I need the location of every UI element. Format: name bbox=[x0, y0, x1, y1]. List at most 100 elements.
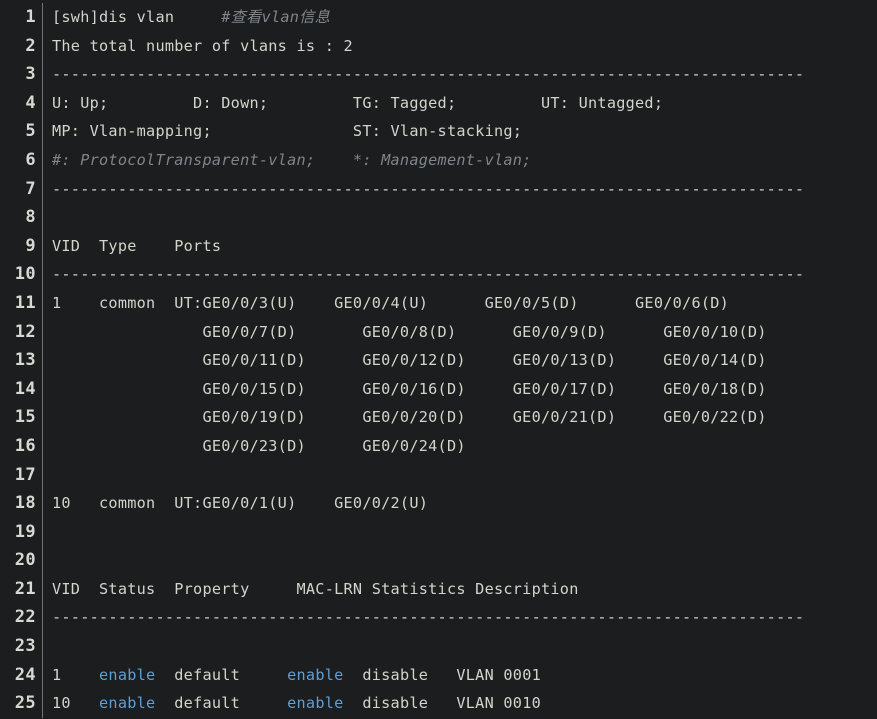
line-number: 20 bbox=[0, 546, 42, 575]
code-token-keyword: enable bbox=[287, 666, 343, 684]
code-line[interactable]: 2 The total number of vlans is : 2 bbox=[0, 32, 877, 61]
code-line-text: GE0/0/7(D) GE0/0/8(D) GE0/0/9(D) GE0/0/1… bbox=[43, 318, 877, 347]
code-line-text: [swh]dis vlan #查看vlan信息 bbox=[43, 3, 877, 32]
code-line[interactable]: 10 --------------------------------------… bbox=[0, 260, 877, 289]
line-number: 11 bbox=[0, 289, 42, 318]
code-token-plain: 1 common UT:GE0/0/3(U) GE0/0/4(U) GE0/0/… bbox=[52, 294, 729, 312]
code-token-plain: GE0/0/15(D) GE0/0/16(D) GE0/0/17(D) GE0/… bbox=[52, 380, 767, 398]
gutter-divider bbox=[42, 203, 43, 232]
code-token-plain: ----------------------------------------… bbox=[52, 265, 804, 283]
code-line[interactable]: 1810 common UT:GE0/0/1(U) GE0/0/2(U) bbox=[0, 489, 877, 518]
line-number: 2 bbox=[0, 32, 42, 61]
code-line-text: The total number of vlans is : 2 bbox=[43, 32, 877, 61]
code-line-text: VID Status Property MAC-LRN Statistics D… bbox=[43, 575, 877, 604]
line-number: 22 bbox=[0, 603, 42, 632]
code-line[interactable]: 8 bbox=[0, 203, 877, 232]
code-line[interactable]: 22 --------------------------------------… bbox=[0, 603, 877, 632]
code-line[interactable]: 6 #: ProtocolTransparent-vlan; *: Managem… bbox=[0, 146, 877, 175]
code-line-text: ----------------------------------------… bbox=[43, 60, 877, 89]
line-number: 14 bbox=[0, 375, 42, 404]
code-token-plain: GE0/0/23(D) GE0/0/24(D) bbox=[52, 437, 466, 455]
code-token-plain: U: Up; D: Down; TG: Tagged; UT: Untagged… bbox=[52, 94, 663, 112]
gutter-divider bbox=[42, 518, 43, 547]
code-line[interactable]: 17 bbox=[0, 461, 877, 490]
line-number: 16 bbox=[0, 432, 42, 461]
line-number: 9 bbox=[0, 232, 42, 261]
code-token-keyword: enable bbox=[287, 694, 343, 712]
code-line[interactable]: 4U: Up; D: Down; TG: Tagged; UT: Untagge… bbox=[0, 89, 877, 118]
code-line-text: 1 common UT:GE0/0/3(U) GE0/0/4(U) GE0/0/… bbox=[43, 289, 877, 318]
line-number: 21 bbox=[0, 575, 42, 604]
line-number: 6 bbox=[0, 146, 42, 175]
code-line-text: VID Type Ports bbox=[43, 232, 877, 261]
code-line-text: U: Up; D: Down; TG: Tagged; UT: Untagged… bbox=[43, 89, 877, 118]
code-line-text: 1 enable default enable disable VLAN 000… bbox=[43, 661, 877, 690]
code-line[interactable]: 20 bbox=[0, 546, 877, 575]
code-line[interactable]: 5 MP: Vlan-mapping; ST: Vlan-stacking; bbox=[0, 117, 877, 146]
code-line-text: ----------------------------------------… bbox=[43, 603, 877, 632]
line-number: 25 bbox=[0, 689, 42, 718]
line-number: 15 bbox=[0, 403, 42, 432]
line-number: 17 bbox=[0, 461, 42, 490]
code-line[interactable]: 11 1 common UT:GE0/0/3(U) GE0/0/4(U) GE0/… bbox=[0, 289, 877, 318]
code-token-plain: ----------------------------------------… bbox=[52, 608, 804, 626]
gutter-divider bbox=[42, 461, 43, 490]
code-token-plain: 1 bbox=[52, 666, 99, 684]
code-line[interactable]: 19 bbox=[0, 518, 877, 547]
code-token-plain: 10 bbox=[52, 694, 99, 712]
line-number: 5 bbox=[0, 117, 42, 146]
line-number: 23 bbox=[0, 632, 42, 661]
line-number: 12 bbox=[0, 318, 42, 347]
line-number: 7 bbox=[0, 175, 42, 204]
code-token-plain: [swh]dis vlan bbox=[52, 8, 221, 26]
code-line-text: 10 common UT:GE0/0/1(U) GE0/0/2(U) bbox=[43, 489, 877, 518]
code-token-plain: The total number of vlans is : 2 bbox=[52, 37, 353, 55]
code-line[interactable]: 7 ---------------------------------------… bbox=[0, 175, 877, 204]
code-token-plain: GE0/0/19(D) GE0/0/20(D) GE0/0/21(D) GE0/… bbox=[52, 408, 767, 426]
code-line-text: #: ProtocolTransparent-vlan; *: Manageme… bbox=[43, 146, 877, 175]
code-token-plain: VID Status Property MAC-LRN Statistics D… bbox=[52, 580, 579, 598]
code-token-comment: #: ProtocolTransparent-vlan; *: Manageme… bbox=[52, 151, 532, 169]
code-line[interactable]: 23 bbox=[0, 632, 877, 661]
line-number: 13 bbox=[0, 346, 42, 375]
code-line[interactable]: 16 GE0/0/23(D) GE0/0/24(D) bbox=[0, 432, 877, 461]
code-line[interactable]: 9 VID Type Ports bbox=[0, 232, 877, 261]
line-number: 10 bbox=[0, 260, 42, 289]
code-line[interactable]: 14 GE0/0/15(D) GE0/0/16(D) GE0/0/17(D) G… bbox=[0, 375, 877, 404]
code-line-text: ----------------------------------------… bbox=[43, 175, 877, 204]
gutter-divider bbox=[42, 632, 43, 661]
code-line-text: GE0/0/15(D) GE0/0/16(D) GE0/0/17(D) GE0/… bbox=[43, 375, 877, 404]
code-token-plain: default bbox=[155, 694, 287, 712]
code-token-plain: GE0/0/11(D) GE0/0/12(D) GE0/0/13(D) GE0/… bbox=[52, 351, 767, 369]
code-token-plain: ----------------------------------------… bbox=[52, 65, 804, 83]
code-token-plain: GE0/0/7(D) GE0/0/8(D) GE0/0/9(D) GE0/0/1… bbox=[52, 323, 767, 341]
line-number: 8 bbox=[0, 203, 42, 232]
code-token-plain: VID Type Ports bbox=[52, 237, 221, 255]
line-number: 3 bbox=[0, 60, 42, 89]
code-token-plain: disable VLAN 0001 bbox=[344, 666, 541, 684]
code-line-text: GE0/0/23(D) GE0/0/24(D) bbox=[43, 432, 877, 461]
code-line-text: GE0/0/11(D) GE0/0/12(D) GE0/0/13(D) GE0/… bbox=[43, 346, 877, 375]
code-line-text: MP: Vlan-mapping; ST: Vlan-stacking; bbox=[43, 117, 877, 146]
code-line[interactable]: 21 VID Status Property MAC-LRN Statistics… bbox=[0, 575, 877, 604]
line-number: 19 bbox=[0, 518, 42, 547]
code-token-plain: MP: Vlan-mapping; ST: Vlan-stacking; bbox=[52, 122, 522, 140]
line-number: 1 bbox=[0, 3, 42, 32]
code-token-keyword: enable bbox=[99, 694, 155, 712]
code-token-plain: ----------------------------------------… bbox=[52, 180, 804, 198]
code-line[interactable]: 3 ---------------------------------------… bbox=[0, 60, 877, 89]
code-token-plain: 10 common UT:GE0/0/1(U) GE0/0/2(U) bbox=[52, 494, 428, 512]
code-token-plain: disable VLAN 0010 bbox=[344, 694, 541, 712]
code-line[interactable]: 12 GE0/0/7(D) GE0/0/8(D) GE0/0/9(D) GE0/… bbox=[0, 318, 877, 347]
code-token-comment: #查看vlan信息 bbox=[221, 8, 330, 26]
code-line[interactable]: 13 GE0/0/11(D) GE0/0/12(D) GE0/0/13(D) G… bbox=[0, 346, 877, 375]
line-number: 24 bbox=[0, 661, 42, 690]
code-line[interactable]: 25 10 enable default enable disable VLAN … bbox=[0, 689, 877, 718]
code-line-text: ----------------------------------------… bbox=[43, 260, 877, 289]
code-line[interactable]: 241 enable default enable disable VLAN 0… bbox=[0, 661, 877, 690]
code-block[interactable]: 1[swh]dis vlan #查看vlan信息2The total numbe… bbox=[0, 0, 877, 719]
code-token-keyword: enable bbox=[99, 666, 155, 684]
code-line[interactable]: 1[swh]dis vlan #查看vlan信息 bbox=[0, 3, 877, 32]
code-token-plain: default bbox=[155, 666, 287, 684]
code-line[interactable]: 15 GE0/0/19(D) GE0/0/20(D) GE0/0/21(D) G… bbox=[0, 403, 877, 432]
